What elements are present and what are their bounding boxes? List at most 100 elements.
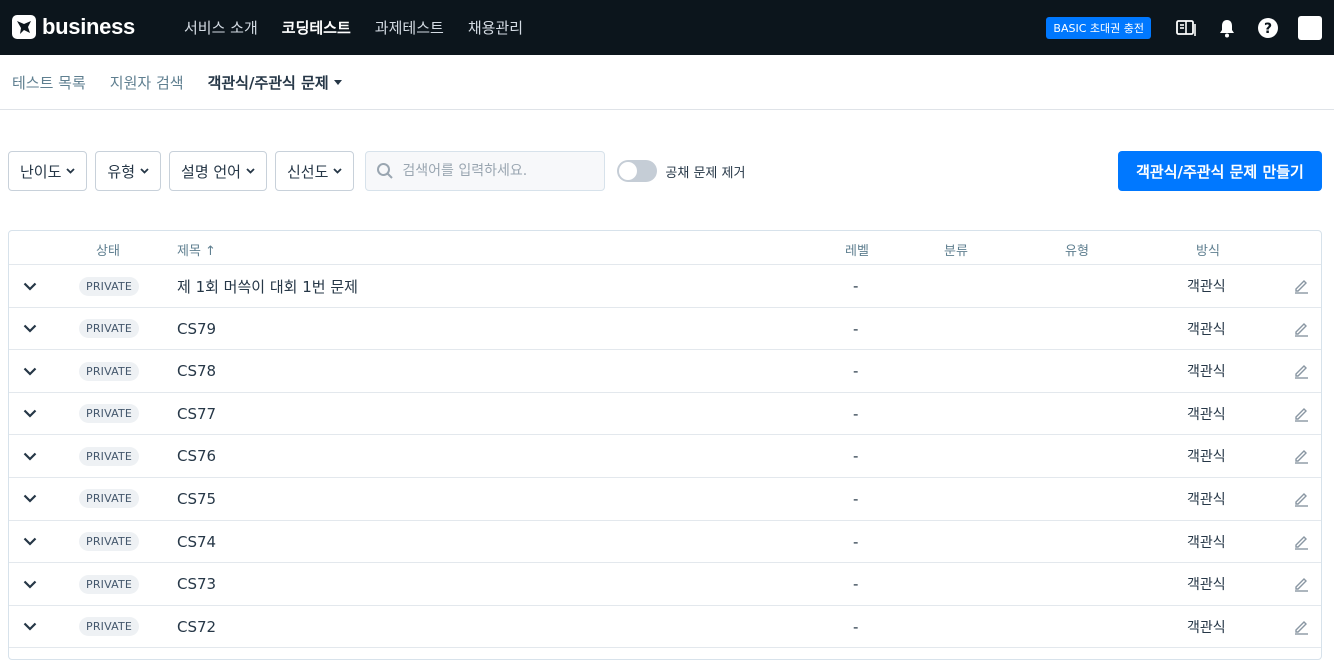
expand-chevron-icon[interactable] <box>21 350 39 392</box>
chevron-down-icon <box>246 168 255 174</box>
table-row[interactable]: PRIVATE CS74 - 객관식 <box>9 521 1321 564</box>
header-status[interactable]: 상태 <box>96 240 120 259</box>
search-icon <box>377 163 394 179</box>
caret-down-icon <box>333 79 342 85</box>
search-box <box>365 151 606 191</box>
toggle-label: 공채 문제 제거 <box>665 165 746 181</box>
status-badge: PRIVATE <box>79 521 140 563</box>
subnav-applicant-search[interactable]: 지원자 검색 <box>110 72 184 93</box>
nav-item-service-intro[interactable]: 서비스 소개 <box>184 17 258 38</box>
nav-item-recruit-management[interactable]: 채용관리 <box>468 17 523 38</box>
create-question-button[interactable]: 객관식/주관식 문제 만들기 <box>1118 151 1322 191</box>
exclude-public-recruit-toggle-group: 공채 문제 제거 <box>617 160 745 182</box>
expand-chevron-icon[interactable] <box>21 308 39 350</box>
question-level: - <box>853 532 859 551</box>
status-badge: PRIVATE <box>79 435 140 477</box>
search-input[interactable] <box>402 163 593 179</box>
table-row[interactable]: PRIVATE CS73 - 객관식 <box>9 563 1321 606</box>
header-category[interactable]: 분류 <box>944 240 968 259</box>
header-level[interactable]: 레벨 <box>845 240 869 259</box>
avatar[interactable] <box>1298 15 1322 40</box>
header-method[interactable]: 방식 <box>1196 240 1220 259</box>
edit-pencil-icon[interactable] <box>1292 606 1310 648</box>
edit-pencil-icon[interactable] <box>1292 265 1310 307</box>
status-badge-label: PRIVATE <box>79 617 140 637</box>
difficulty-dropdown[interactable]: 난이도 <box>8 151 88 191</box>
nav-item-coding-test[interactable]: 코딩테스트 <box>282 17 351 38</box>
status-badge: PRIVATE <box>79 265 140 307</box>
expand-chevron-icon[interactable] <box>21 265 39 307</box>
subnav-question-bank[interactable]: 객관식/주관식 문제 <box>208 72 342 93</box>
question-method: 객관식 <box>1187 279 1226 295</box>
freshness-dropdown-label: 신선도 <box>286 162 329 181</box>
charge-invitation-button[interactable]: BASIC 초대권 충전 <box>1046 16 1151 39</box>
description-language-dropdown[interactable]: 설명 언어 <box>169 151 267 191</box>
freshness-dropdown[interactable]: 신선도 <box>274 151 355 191</box>
edit-pencil-icon[interactable] <box>1292 478 1310 520</box>
question-level: - <box>853 404 859 423</box>
expand-chevron-icon[interactable] <box>21 606 39 648</box>
nav-item-assignment-test[interactable]: 과제테스트 <box>375 17 444 38</box>
edit-pencil-icon[interactable] <box>1292 435 1310 477</box>
status-badge: PRIVATE <box>79 478 140 520</box>
status-badge-label: PRIVATE <box>79 276 140 296</box>
edit-pencil-icon[interactable] <box>1292 308 1310 350</box>
status-badge-label: PRIVATE <box>79 404 140 424</box>
svg-text:?: ? <box>1264 21 1272 37</box>
question-title[interactable]: CS74 <box>177 521 216 563</box>
chevron-down-icon <box>140 168 149 174</box>
status-badge-label: PRIVATE <box>79 532 140 552</box>
question-level: - <box>853 447 859 466</box>
question-title[interactable]: CS77 <box>177 393 216 435</box>
question-title[interactable]: CS75 <box>177 478 216 520</box>
subnav-question-bank-label: 객관식/주관식 문제 <box>207 73 329 92</box>
logo[interactable]: business <box>12 13 135 41</box>
header-type[interactable]: 유형 <box>1065 240 1089 259</box>
table-row[interactable]: PRIVATE CS78 - 객관식 <box>9 350 1321 393</box>
table-row[interactable]: PRIVATE CS72 - 객관식 <box>9 606 1321 649</box>
status-badge: PRIVATE <box>79 308 140 350</box>
subnav-test-list[interactable]: 테스트 목록 <box>12 72 86 93</box>
question-title[interactable]: CS76 <box>177 435 216 477</box>
table-row[interactable]: PRIVATE CS79 - 객관식 <box>9 308 1321 351</box>
header-title[interactable]: 제목 ↑ <box>177 240 216 259</box>
description-language-dropdown-label: 설명 언어 <box>181 162 241 181</box>
edit-pencil-icon[interactable] <box>1292 563 1310 605</box>
chevron-down-icon <box>66 168 76 174</box>
status-badge: PRIVATE <box>79 563 140 605</box>
question-level: - <box>853 362 859 381</box>
table-row[interactable]: PRIVATE 제 1회 머쓱이 대회 1번 문제 - 객관식 <box>9 265 1321 308</box>
question-title[interactable]: CS73 <box>177 563 216 605</box>
manual-book-icon[interactable] <box>1175 17 1197 39</box>
logo-mark-icon <box>12 15 36 39</box>
question-title[interactable]: CS78 <box>177 350 216 392</box>
expand-chevron-icon[interactable] <box>21 393 39 435</box>
question-title[interactable]: CS79 <box>177 308 216 350</box>
table-row[interactable]: PRIVATE CS75 - 객관식 <box>9 478 1321 521</box>
expand-chevron-icon[interactable] <box>21 478 39 520</box>
question-method: 객관식 <box>1187 619 1226 636</box>
expand-chevron-icon[interactable] <box>21 435 39 477</box>
table-header: 상태 제목 ↑ 레벨 분류 유형 방식 <box>9 231 1321 265</box>
table-row[interactable]: PRIVATE CS76 - 객관식 <box>9 435 1321 478</box>
help-icon[interactable]: ? <box>1257 17 1279 39</box>
sub-navigation: 테스트 목록 지원자 검색 객관식/주관식 문제 <box>0 55 1334 110</box>
bell-icon[interactable] <box>1216 17 1238 39</box>
expand-chevron-icon[interactable] <box>21 521 39 563</box>
question-title[interactable]: 제 1회 머쓱이 대회 1번 문제 <box>177 265 358 307</box>
table-row[interactable]: PRIVATE CS77 - 객관식 <box>9 393 1321 436</box>
question-title[interactable]: CS72 <box>177 606 216 648</box>
type-dropdown-label: 유형 <box>107 162 136 181</box>
type-dropdown[interactable]: 유형 <box>95 151 162 191</box>
edit-pencil-icon[interactable] <box>1292 521 1310 563</box>
question-method: 객관식 <box>1187 364 1226 381</box>
status-badge: PRIVATE <box>79 350 140 392</box>
logo-text: business <box>42 14 135 39</box>
edit-pencil-icon[interactable] <box>1292 350 1310 392</box>
status-badge-label: PRIVATE <box>79 361 140 381</box>
question-method: 객관식 <box>1187 321 1226 338</box>
exclude-public-recruit-toggle[interactable] <box>617 160 658 182</box>
status-badge-label: PRIVATE <box>79 489 140 509</box>
expand-chevron-icon[interactable] <box>21 563 39 605</box>
edit-pencil-icon[interactable] <box>1292 393 1310 435</box>
